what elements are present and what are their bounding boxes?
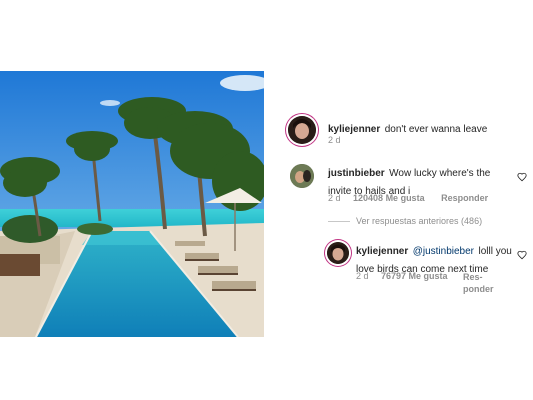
comment-time[interactable]: 2 d xyxy=(328,193,341,203)
comment-text: don't ever wanna leave xyxy=(384,124,488,135)
comment-likes[interactable]: 120408 Me gusta xyxy=(353,193,425,203)
comment-time[interactable]: 2 d xyxy=(356,271,369,281)
view-replies-label[interactable]: Ver respuestas anteriores (486) xyxy=(356,216,482,226)
comment: justinbieber Wow lucky where's the invit… xyxy=(288,160,528,210)
comment-username[interactable]: kyliejenner xyxy=(328,124,380,135)
view-replies-link[interactable]: Ver respuestas anteriores (486) xyxy=(328,216,482,226)
reply-button[interactable]: Res- ponder xyxy=(463,271,494,295)
pool-photo xyxy=(0,71,264,337)
avatar[interactable] xyxy=(327,242,349,264)
comment-username[interactable]: justinbieber xyxy=(328,168,385,179)
heart-icon[interactable] xyxy=(517,250,527,260)
comment-likes[interactable]: 76797 Me gusta xyxy=(381,271,448,281)
reply-label-line1: Res- xyxy=(463,272,483,282)
post-image[interactable] xyxy=(0,71,264,337)
avatar[interactable] xyxy=(288,116,316,144)
comment-username[interactable]: kyliejenner xyxy=(356,246,408,257)
reply-button[interactable]: Responder xyxy=(441,193,488,203)
comment-time[interactable]: 2 d xyxy=(328,135,341,145)
reply-label-line2: ponder xyxy=(463,284,494,294)
heart-icon[interactable] xyxy=(517,172,527,182)
mention-link[interactable]: @justinbieber xyxy=(413,246,474,257)
caption-comment: kyliejenner don't ever wanna leave 2 d xyxy=(288,116,528,150)
replies-divider xyxy=(328,221,350,223)
avatar[interactable] xyxy=(290,164,314,188)
reply-comment: kyliejenner @justinbieber lolll you love… xyxy=(326,238,531,298)
